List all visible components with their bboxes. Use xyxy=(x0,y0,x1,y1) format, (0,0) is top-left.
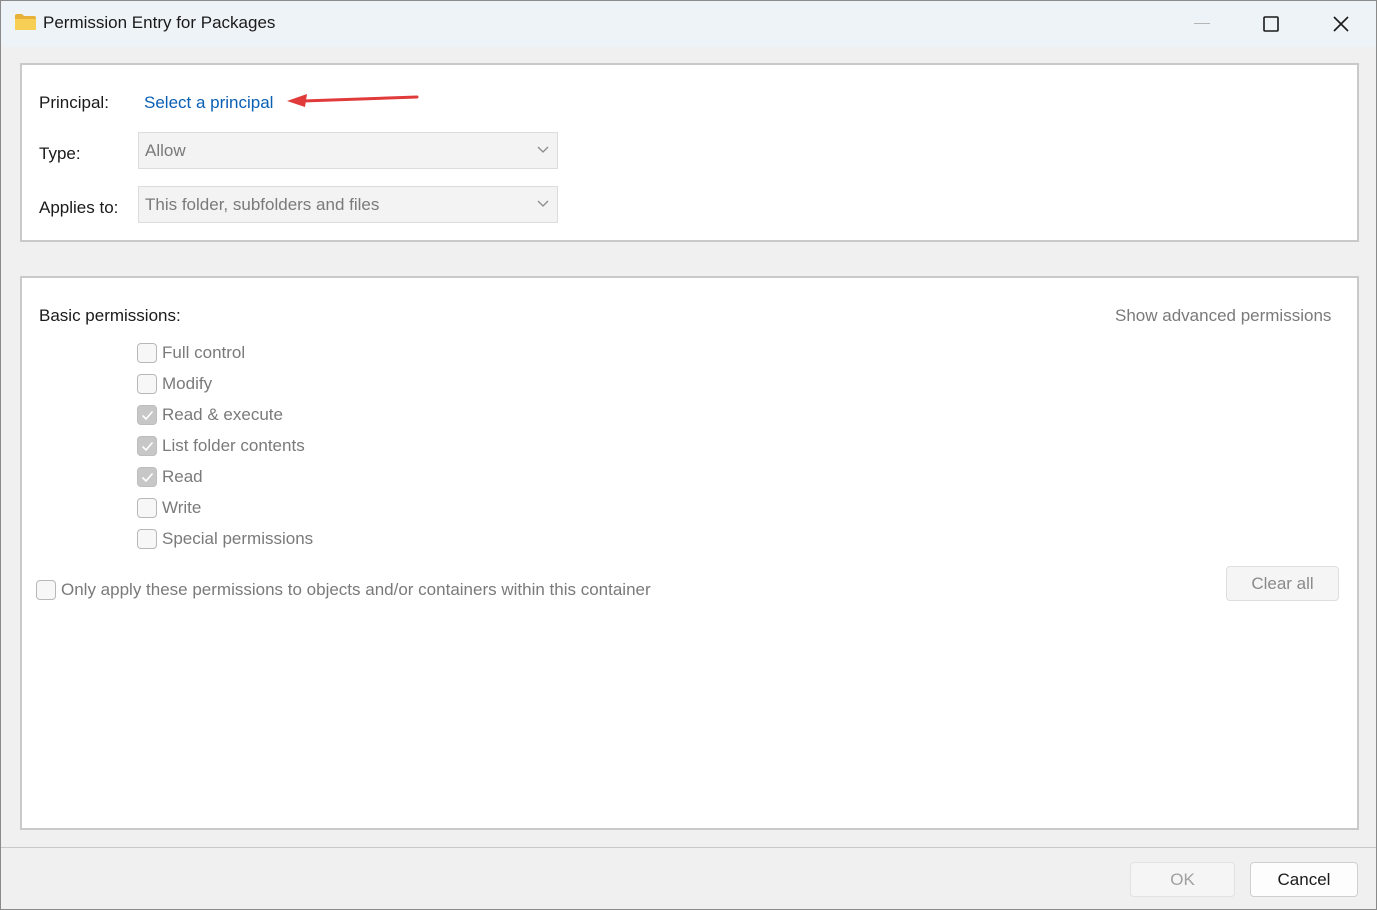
applies-to-label: Applies to: xyxy=(39,198,119,217)
permission-label: Modify xyxy=(162,374,213,393)
ok-button[interactable]: OK xyxy=(1130,862,1235,897)
principal-label: Principal: xyxy=(39,93,109,112)
permission-row[interactable]: Read xyxy=(137,466,203,488)
checkmark-icon xyxy=(141,410,154,421)
annotation-arrow-icon xyxy=(287,94,419,107)
title-bar: Permission Entry for Packages xyxy=(1,1,1376,47)
minimize-icon xyxy=(1194,23,1210,24)
permission-checkbox[interactable] xyxy=(137,374,157,394)
type-dropdown-value: Allow xyxy=(145,141,186,160)
permission-row[interactable]: Special permissions xyxy=(137,528,313,550)
permission-checkbox[interactable] xyxy=(137,467,157,487)
checkmark-icon xyxy=(141,472,154,483)
permission-row[interactable]: Full control xyxy=(137,342,245,364)
cancel-button[interactable]: Cancel xyxy=(1250,862,1358,897)
permission-checkbox[interactable] xyxy=(137,343,157,363)
permission-label: Special permissions xyxy=(162,529,314,548)
folder-icon xyxy=(15,14,36,30)
permission-label: Read xyxy=(162,467,203,486)
permission-row[interactable]: Modify xyxy=(137,373,212,395)
permission-row[interactable]: Read & execute xyxy=(137,404,283,426)
window-title: Permission Entry for Packages xyxy=(43,13,276,32)
type-label: Type: xyxy=(39,144,81,163)
applies-to-dropdown-value: This folder, subfolders and files xyxy=(145,195,380,214)
chevron-down-icon xyxy=(537,146,549,153)
only-apply-row[interactable]: Only apply these permissions to objects … xyxy=(36,579,651,601)
permission-label: List folder contents xyxy=(162,436,305,455)
maximize-icon xyxy=(1263,16,1279,32)
permission-row[interactable]: Write xyxy=(137,497,201,519)
maximize-button[interactable] xyxy=(1236,1,1306,47)
footer-divider xyxy=(1,847,1376,848)
permission-checkbox[interactable] xyxy=(137,498,157,518)
only-apply-checkbox[interactable] xyxy=(36,580,56,600)
permission-checkbox[interactable] xyxy=(137,436,157,456)
minimize-button[interactable] xyxy=(1167,1,1237,47)
basic-permissions-heading: Basic permissions: xyxy=(39,306,181,325)
permission-row[interactable]: List folder contents xyxy=(137,435,305,457)
permission-label: Full control xyxy=(162,343,246,362)
show-advanced-permissions-link[interactable]: Show advanced permissions xyxy=(1115,306,1331,326)
permission-checkbox[interactable] xyxy=(137,405,157,425)
only-apply-label: Only apply these permissions to objects … xyxy=(61,580,651,599)
close-button[interactable] xyxy=(1306,1,1376,47)
permission-checkbox[interactable] xyxy=(137,529,157,549)
chevron-down-icon xyxy=(537,200,549,207)
checkmark-icon xyxy=(141,441,154,452)
permission-label: Write xyxy=(162,498,202,517)
permission-label: Read & execute xyxy=(162,405,283,424)
clear-all-button[interactable]: Clear all xyxy=(1226,566,1339,601)
select-principal-link[interactable]: Select a principal xyxy=(144,93,273,113)
permission-entry-dialog: Permission Entry for Packages Principal:… xyxy=(0,0,1377,910)
type-dropdown[interactable]: Allow xyxy=(138,132,558,169)
applies-to-dropdown[interactable]: This folder, subfolders and files xyxy=(138,186,558,223)
close-icon xyxy=(1333,16,1349,32)
